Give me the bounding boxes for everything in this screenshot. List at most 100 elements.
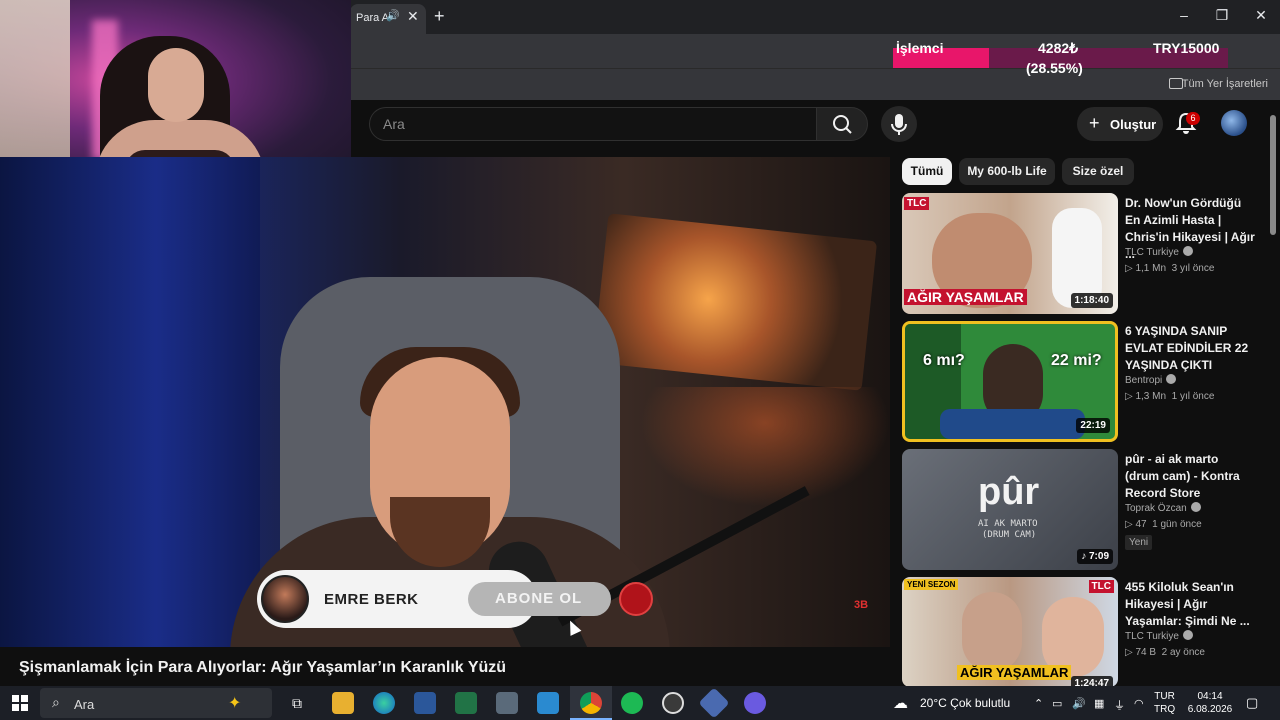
- cloud-icon[interactable]: ☁: [893, 694, 908, 712]
- recommendation-item[interactable]: pûr AI AK MARTO (DRUM CAM) ♪ 7:09 pûr - …: [902, 449, 1262, 571]
- goal-target: TRY15000: [1153, 40, 1220, 56]
- search-input[interactable]: [369, 107, 817, 141]
- video-thumbnail[interactable]: TLC AĞIR YAŞAMLAR 1:18:40: [902, 193, 1118, 314]
- chip-my-600-lb-life[interactable]: My 600-lb Life: [959, 158, 1055, 185]
- thumbnail-caption: AĞIR YAŞAMLAR: [904, 289, 1027, 305]
- task-view-icon[interactable]: ⧉: [292, 695, 302, 712]
- new-season-tag: YENİ SEZON: [904, 579, 959, 590]
- spotify-icon[interactable]: [621, 692, 643, 714]
- weather-widget[interactable]: 20°C Çok bulutlu: [920, 696, 1010, 710]
- plus-icon: +: [1089, 113, 1100, 133]
- recommendation-channel[interactable]: TLC Turkiye: [1125, 630, 1193, 642]
- verified-icon: [1190, 502, 1201, 512]
- new-badge: Yeni: [1125, 535, 1153, 550]
- window-close-icon[interactable]: ✕: [1251, 7, 1271, 24]
- search-placeholder: Ara: [383, 116, 405, 132]
- recommendation-title[interactable]: 455 Kiloluk Sean'ın Hikayesi | Ağır Yaşa…: [1125, 579, 1255, 630]
- chip-for-you[interactable]: Size özel: [1062, 158, 1134, 185]
- video-thumbnail[interactable]: 6 mı? 22 mi? 22:19: [902, 321, 1118, 442]
- view-count: 1,1 Mn: [1135, 263, 1167, 274]
- recommendation-item[interactable]: YENİ SEZON TLC AĞIR YAŞAMLAR 1:24:47 455…: [902, 577, 1262, 699]
- obs-icon[interactable]: [662, 692, 684, 714]
- chevron-up-icon[interactable]: ⌃: [1034, 697, 1043, 710]
- goal-label: İşlemci: [896, 40, 944, 56]
- search-icon: [833, 115, 852, 134]
- create-button[interactable]: + Oluştur: [1077, 107, 1163, 141]
- chrome-icon[interactable]: [580, 692, 602, 714]
- maximize-icon[interactable]: ❐: [1212, 7, 1232, 24]
- channel-name: Toprak Özcan: [1125, 503, 1187, 514]
- video-duration: 22:19: [1076, 418, 1110, 433]
- page-scrollbar[interactable]: [1270, 115, 1276, 235]
- wifi-icon[interactable]: ◠: [1134, 697, 1144, 710]
- recommendation-meta: ▷ 74 B 2 ay önce: [1125, 647, 1205, 658]
- video-duration: 1:18:40: [1070, 293, 1113, 308]
- goal-amount: 4282₺: [1038, 40, 1079, 56]
- thumbnail-caption: pûr: [978, 471, 1040, 513]
- tab-title: Para A: [356, 12, 390, 24]
- new-tab-button[interactable]: +: [434, 6, 445, 27]
- clock-time: 04:14: [1197, 691, 1223, 702]
- edge-browser-icon[interactable]: [373, 692, 395, 714]
- donation-goal-overlay: İşlemci 4282₺ (28.55%) TRY15000: [893, 40, 1228, 76]
- recommendation-item[interactable]: TLC AĞIR YAŞAMLAR 1:18:40 Dr. Now'un Gör…: [902, 193, 1262, 315]
- video-title: Şişmanlamak İçin Para Alıyorlar: Ağır Ya…: [19, 659, 507, 676]
- thumbnail-caption-left: 6 mı?: [923, 352, 965, 369]
- minimize-icon[interactable]: –: [1174, 7, 1194, 23]
- channel-name: TLC Turkiye: [1125, 247, 1179, 258]
- recommendation-meta: ▷ 1,3 Mn 1 yıl önce: [1125, 391, 1215, 402]
- thumbnail-subtitle-2: (DRUM CAM): [982, 530, 1037, 540]
- close-tab-icon[interactable]: ✕: [407, 8, 419, 25]
- thumbnail-caption-right: 22 mi?: [1051, 352, 1102, 369]
- account-avatar[interactable]: [1221, 110, 1247, 136]
- recommendation-title[interactable]: pûr - ai ak marto (drum cam) - Kontra Re…: [1125, 451, 1255, 502]
- channel-name: TLC Turkiye: [1125, 631, 1179, 642]
- overlay-subscribe-label: ABONE OL: [495, 590, 583, 607]
- recommendation-meta: ▷ 1,1 Mn 3 yıl önce: [1125, 263, 1215, 274]
- overlay-channel-name: EMRE BERK: [324, 591, 419, 608]
- upload-age: 1 gün önce: [1152, 519, 1202, 530]
- chip-all[interactable]: Tümü: [902, 158, 952, 185]
- recommendation-channel[interactable]: TLC Turkiye: [1125, 246, 1193, 258]
- verified-icon: [1182, 630, 1193, 640]
- volume-icon[interactable]: 🔊: [1072, 697, 1086, 710]
- tlc-logo: TLC: [904, 197, 930, 210]
- windows-start-icon[interactable]: [12, 695, 28, 711]
- upload-age: 2 ay önce: [1161, 647, 1205, 658]
- battery-icon[interactable]: ▭: [1052, 697, 1062, 710]
- channel-avatar: [261, 575, 309, 623]
- taskbar-clock[interactable]: 04:14 6.08.2026: [1187, 690, 1233, 716]
- recommendation-item[interactable]: 6 mı? 22 mi? 22:19 6 YAŞINDA SANIP EVLAT…: [902, 321, 1262, 443]
- recommendation-title[interactable]: 6 YAŞINDA SANIP EVLAT EDİNDİLER 22 YAŞIN…: [1125, 323, 1255, 374]
- store-icon[interactable]: [537, 692, 559, 714]
- speaker-icon[interactable]: 🔊: [386, 9, 400, 22]
- recommendation-meta: ▷ 47 1 gün önce: [1125, 519, 1202, 530]
- upload-age: 1 yıl önce: [1171, 391, 1215, 402]
- calculator-icon[interactable]: [496, 692, 518, 714]
- voice-search-button[interactable]: [881, 106, 917, 142]
- word-icon[interactable]: [414, 692, 436, 714]
- verified-icon: [1166, 374, 1177, 384]
- notification-center-icon[interactable]: ▢: [1246, 695, 1258, 711]
- copilot-sparkle-icon[interactable]: ✦: [228, 693, 241, 713]
- usb-icon[interactable]: ⏚: [1114, 697, 1125, 713]
- thumbnail-caption: AĞIR YAŞAMLAR: [957, 665, 1072, 680]
- input-language[interactable]: TUR TRQ: [1154, 690, 1175, 716]
- file-explorer-icon[interactable]: [332, 692, 354, 714]
- all-bookmarks-link[interactable]: Tüm Yer İşaretleri: [1182, 78, 1268, 90]
- video-duration: ♪ 7:09: [1077, 549, 1113, 564]
- channel-watermark-logo[interactable]: 3B: [845, 599, 877, 621]
- search-button[interactable]: [816, 107, 868, 141]
- create-label: Oluştur: [1110, 117, 1157, 132]
- verified-icon: [1182, 246, 1193, 256]
- goal-percent: (28.55%): [1026, 60, 1083, 76]
- tlc-logo: TLC: [1088, 580, 1114, 593]
- network-icon[interactable]: ▦: [1094, 697, 1104, 710]
- recommendation-channel[interactable]: Bentropi: [1125, 374, 1177, 386]
- discord-icon[interactable]: [744, 692, 766, 714]
- taskbar-search-label: Ara: [74, 697, 95, 712]
- video-thumbnail[interactable]: YENİ SEZON TLC AĞIR YAŞAMLAR 1:24:47: [902, 577, 1118, 687]
- excel-icon[interactable]: [455, 692, 477, 714]
- recommendation-channel[interactable]: Toprak Özcan: [1125, 502, 1201, 514]
- video-thumbnail[interactable]: pûr AI AK MARTO (DRUM CAM) ♪ 7:09: [902, 449, 1118, 570]
